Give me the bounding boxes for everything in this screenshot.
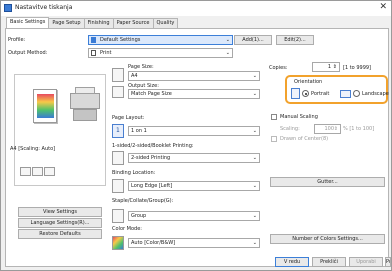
print-settings-window: Nastavitve tiskanja ✕ Basic Settings Pag…: [0, 0, 392, 271]
landscape-icon: [340, 90, 351, 98]
ok-button[interactable]: V redu: [275, 257, 309, 267]
portrait-radio[interactable]: [302, 90, 309, 97]
copies-label: Copies:: [269, 65, 288, 71]
page-layout-value: 1 on 1: [131, 128, 147, 134]
chevron-down-icon: ⌄: [225, 50, 230, 56]
color-mode-value: Auto [Color/B&W]: [131, 240, 176, 246]
view-settings-button[interactable]: View Settings: [18, 207, 102, 217]
output-size-icon: [112, 86, 124, 98]
landscape-label: Landscape: [362, 91, 389, 97]
manual-scaling-checkbox[interactable]: [271, 114, 277, 120]
page-layout-label: Page Layout:: [112, 115, 145, 121]
profile-label: Profile:: [8, 37, 26, 43]
tab-finishing[interactable]: Finishing: [83, 18, 114, 28]
tab-basic-settings[interactable]: Basic Settings: [6, 17, 50, 28]
binding-location-select[interactable]: Long Edge [Left] ⌄: [128, 181, 260, 191]
preview-page-image: [33, 89, 57, 123]
orientation-group: Orientation Portrait Landscape: [285, 75, 389, 104]
copies-input[interactable]: 1 ⇕: [312, 62, 340, 72]
chevron-down-icon: ⌄: [252, 91, 257, 97]
spinner-icon[interactable]: ⇕: [333, 63, 337, 71]
page-size-select[interactable]: A4 ⌄: [128, 71, 260, 81]
portrait-label: Portrait: [311, 91, 330, 97]
output-size-value: Match Page Size: [131, 91, 172, 97]
orientation-label: Orientation: [294, 79, 323, 85]
scaling-label: Scaling:: [280, 126, 300, 132]
tab-strip: Basic Settings Page Setup Finishing Pape…: [6, 17, 179, 28]
binding-icon: [112, 179, 124, 193]
output-method-select[interactable]: Print ⌄: [88, 48, 233, 58]
output-method-value: Print: [100, 50, 112, 56]
scaling-range: % [1 to 100]: [343, 126, 375, 132]
add-profile-button[interactable]: Add(1)...: [234, 35, 272, 45]
profile-icon: [91, 37, 96, 43]
chevron-down-icon: ⌄: [252, 73, 257, 79]
page-size-icon: [112, 68, 124, 82]
duplex-preview-icon[interactable]: [44, 167, 55, 176]
staple-collate-label: Staple/Collate/Group(G):: [112, 198, 174, 204]
chevron-down-icon: ⌄: [252, 183, 257, 189]
printing-mode-select[interactable]: 2-sided Printing ⌄: [128, 153, 260, 163]
binding-location-value: Long Edge [Left]: [131, 183, 173, 189]
output-method-label: Output Method:: [8, 50, 48, 56]
page-size-value: A4: [131, 73, 138, 79]
color-mode-label: Color Mode:: [112, 226, 142, 232]
title-bar: Nastavitve tiskanja ✕: [1, 1, 391, 16]
spinner-icon[interactable]: ⇕: [334, 125, 338, 133]
printing-mode-value: 2-sided Printing: [131, 155, 171, 161]
printer-image: [70, 87, 100, 123]
color-mode-icon: [112, 236, 124, 250]
apply-button[interactable]: Uporabi: [349, 257, 383, 267]
landscape-radio[interactable]: [353, 90, 360, 97]
manual-scaling-label: Manual Scaling: [280, 114, 318, 120]
page-size-label: Page Size:: [128, 64, 154, 70]
chevron-down-icon: ⌄: [252, 213, 257, 219]
chevron-down-icon: ⌄: [252, 155, 257, 161]
number-of-colors-button[interactable]: Number of Colors Settings...: [270, 234, 385, 244]
duplex-icon: [112, 151, 124, 165]
staple-collate-value: Group: [131, 213, 147, 219]
portrait-icon: [291, 88, 300, 99]
page-layout-select[interactable]: 1 on 1 ⌄: [128, 126, 260, 136]
restore-defaults-button[interactable]: Restore Defaults: [18, 229, 102, 239]
close-icon[interactable]: ✕: [379, 2, 387, 12]
page-preview: [14, 74, 106, 186]
printing-mode-label: 1-sided/2-sided/Booklet Printing:: [112, 143, 194, 149]
language-settings-button[interactable]: Language Settings(R)...: [18, 218, 102, 228]
help-button[interactable]: Pomoč: [385, 257, 391, 267]
binding-location-label: Binding Location:: [112, 170, 156, 176]
edit-profile-button[interactable]: Edit(2)...: [276, 35, 314, 45]
preview-caption: A4 [Scaling: Auto]: [10, 146, 56, 152]
staple-preview-icon[interactable]: [20, 167, 31, 176]
collate-preview-icon[interactable]: [32, 167, 43, 176]
gutter-button[interactable]: Gutter...: [270, 177, 385, 187]
drawn-of-center-label: Drawn of Center(8): [280, 136, 329, 142]
page-layout-icon: 1: [112, 124, 124, 138]
window-title: Nastavitve tiskanja: [15, 4, 73, 11]
chevron-down-icon: ⌄: [252, 128, 257, 134]
tab-paper-source[interactable]: Paper Source: [112, 18, 154, 28]
copies-range: [1 to 9999]: [343, 65, 372, 71]
group-icon: [112, 209, 124, 223]
scaling-input[interactable]: 100 ⇕: [314, 124, 341, 134]
tab-page-setup[interactable]: Page Setup: [48, 18, 85, 28]
basic-settings-page: Profile: Default Settings ⌄ Add(1)... Ed…: [5, 28, 389, 267]
printer-app-icon: [4, 4, 12, 12]
preview-graphic: [37, 94, 54, 118]
tab-quality[interactable]: Quality: [152, 18, 179, 28]
color-mode-select[interactable]: Auto [Color/B&W] ⌄: [128, 238, 260, 248]
chevron-down-icon: ⌄: [225, 37, 230, 43]
cancel-button[interactable]: Prekliči: [312, 257, 346, 267]
print-icon: [91, 50, 96, 56]
profile-value: Default Settings: [100, 37, 141, 43]
output-size-select[interactable]: Match Page Size ⌄: [128, 89, 260, 99]
staple-collate-select[interactable]: Group ⌄: [128, 211, 260, 221]
chevron-down-icon: ⌄: [252, 240, 257, 246]
drawn-of-center-checkbox[interactable]: [271, 136, 277, 142]
profile-select[interactable]: Default Settings ⌄: [88, 35, 233, 45]
